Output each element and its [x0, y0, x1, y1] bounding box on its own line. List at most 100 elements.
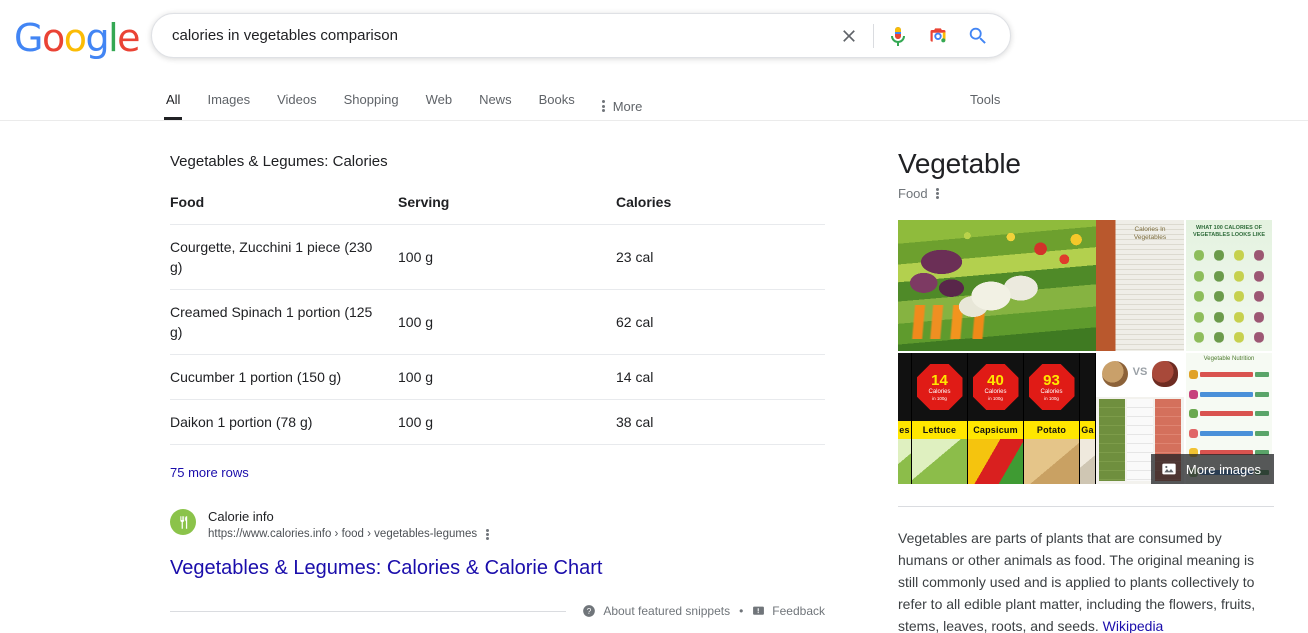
- feedback-link[interactable]: Feedback: [752, 604, 825, 618]
- tab-news[interactable]: News: [479, 80, 512, 120]
- calories-table: Food Serving Calories Courgette, Zucchin…: [170, 194, 825, 445]
- source-text: Calorie info https://www.calories.info ›…: [208, 508, 490, 542]
- badge-value: 14: [931, 371, 948, 389]
- image-icon: [1162, 463, 1176, 475]
- tab-more-label: More: [612, 98, 643, 114]
- vs-top: VS: [1096, 353, 1184, 397]
- tab-videos[interactable]: Videos: [277, 80, 317, 120]
- badge-unit: Calories: [984, 388, 1007, 395]
- page-header: Google calories in vegetables comparison…: [0, 0, 1308, 121]
- search-results-content: Vegetables & Legumes: Calories Food Serv…: [0, 121, 1308, 633]
- description-text: Vegetables are parts of plants that are …: [898, 530, 1256, 633]
- close-icon[interactable]: [837, 24, 861, 48]
- knowledge-panel-subtitle: Food: [898, 186, 928, 201]
- source-url: https://www.calories.info › food › veget…: [208, 528, 478, 540]
- tab-images[interactable]: Images: [207, 80, 250, 120]
- source-url-row: https://www.calories.info › food › veget…: [208, 526, 490, 542]
- snippet-footer: ? About featured snippets • Feedback: [170, 600, 825, 622]
- more-images-button[interactable]: More images: [1150, 454, 1274, 484]
- search-box-divider: [873, 23, 874, 48]
- tab-web[interactable]: Web: [426, 80, 453, 120]
- cell-serving: 100 g: [398, 399, 616, 445]
- footer-separator: •: [739, 604, 744, 618]
- table-row: Creamed Spinach 1 portion (125 g) 100 g …: [170, 289, 825, 355]
- calorie-badge-capsicum: 40 Calories in 100g Capsicum: [968, 353, 1024, 484]
- three-dots-vertical-icon[interactable]: [935, 188, 939, 199]
- search-icon[interactable]: [966, 24, 990, 48]
- nav-tabs: All Images Videos Shopping Web News Book…: [163, 80, 669, 120]
- calorie-badge-garlic-partial: Ga: [1080, 353, 1096, 484]
- badge-label: Lettuce: [912, 421, 967, 439]
- source-name: Calorie info: [208, 509, 274, 524]
- google-logo[interactable]: Google: [14, 16, 141, 60]
- chart-caption: Calories In Vegetables: [1133, 226, 1167, 241]
- footer-divider: [170, 610, 567, 612]
- logo-letter-o2: o: [63, 16, 87, 60]
- tab-more[interactable]: More: [601, 80, 643, 120]
- badge-value: 40: [987, 371, 1004, 389]
- knowledge-panel-image-grid[interactable]: Calories In Vegetables WHAT 100 CALORIES…: [898, 220, 1274, 484]
- svg-text:?: ?: [587, 607, 592, 616]
- calorie-badge-lettuce: 14 Calories in 100g Lettuce: [912, 353, 968, 484]
- logo-letter-o1: o: [41, 16, 65, 60]
- badge-basis: in 100g: [932, 395, 947, 401]
- cell-serving: 100 g: [398, 354, 616, 400]
- logo-letter-g: g: [85, 16, 109, 60]
- three-dots-vertical-icon[interactable]: [486, 528, 490, 540]
- more-rows-link[interactable]: 75 more rows: [170, 465, 249, 480]
- result-title-link[interactable]: Vegetables & Legumes: Calories & Calorie…: [170, 555, 825, 581]
- badge-label: Ga: [1080, 421, 1095, 439]
- infographic-icon-grid: [1190, 246, 1268, 347]
- cell-food: Creamed Spinach 1 portion (125 g): [170, 289, 398, 355]
- what-100-calories-look-like-infographic[interactable]: WHAT 100 CALORIES OF VEGETABLES LOOKS LI…: [1186, 220, 1272, 351]
- three-dots-vertical-icon: [601, 100, 605, 112]
- badge-unit: Calories: [1040, 388, 1063, 395]
- wikipedia-link[interactable]: Wikipedia: [1103, 618, 1164, 633]
- calorie-badges-photo[interactable]: es 14 Calories in 100g Lettuce 40 Calori…: [898, 353, 1096, 484]
- calorie-badge-potato: 93 Calories in 100g Potato: [1024, 353, 1080, 484]
- cell-food: Courgette, Zucchini 1 piece (230 g): [170, 224, 398, 290]
- snippet-source[interactable]: Calorie info https://www.calories.info ›…: [170, 508, 825, 542]
- cell-serving: 100 g: [398, 289, 616, 355]
- cell-calories: 62 cal: [616, 289, 825, 355]
- tools-button[interactable]: Tools: [970, 80, 1000, 107]
- infographic-caption: WHAT 100 CALORIES OF VEGETABLES LOOKS LI…: [1192, 225, 1265, 238]
- tab-all[interactable]: All: [163, 80, 183, 120]
- about-featured-snippets-link[interactable]: ? About featured snippets: [582, 604, 730, 618]
- table-row: Daikon 1 portion (78 g) 100 g 38 cal: [170, 399, 825, 445]
- knowledge-panel-subtitle-row: Food: [898, 186, 1274, 201]
- footer-links: ? About featured snippets • Feedback: [582, 604, 825, 618]
- vs-food-right: [1152, 361, 1178, 387]
- badge-value: 93: [1043, 371, 1060, 389]
- about-featured-snippets-label: About featured snippets: [603, 604, 731, 618]
- badge-unit: Calories: [928, 388, 951, 395]
- logo-letter-e: e: [117, 16, 140, 60]
- fork-and-spoon-icon: [170, 509, 196, 535]
- feedback-label: Feedback: [772, 604, 825, 618]
- badge-basis: in 100g: [1044, 395, 1059, 401]
- cell-food: Cucumber 1 portion (150 g): [170, 354, 398, 400]
- cell-calories: 38 cal: [616, 399, 825, 445]
- calories-in-vegetables-chart[interactable]: Calories In Vegetables: [1096, 220, 1184, 351]
- tab-shopping[interactable]: Shopping: [344, 80, 399, 120]
- flag-icon: [753, 606, 765, 615]
- column-header-calories: Calories: [616, 194, 825, 225]
- featured-snippet: Vegetables & Legumes: Calories Food Serv…: [170, 121, 825, 622]
- vs-label: VS: [1132, 366, 1148, 378]
- badge-basis: in 100g: [988, 395, 1003, 401]
- cell-calories: 23 cal: [616, 224, 825, 290]
- microphone-icon[interactable]: [886, 24, 910, 48]
- table-header-row: Food Serving Calories: [170, 194, 825, 225]
- knowledge-panel: Vegetable Food Calories In Vegetables WH…: [898, 121, 1274, 633]
- vs-food-left: [1102, 361, 1128, 387]
- calorie-badge-partial-left: es: [898, 353, 912, 484]
- logo-letter-l: l: [108, 16, 119, 60]
- search-input[interactable]: [152, 26, 837, 45]
- vegetable-market-photo[interactable]: [898, 220, 1096, 351]
- column-header-serving: Serving: [398, 194, 616, 225]
- cell-food: Daikon 1 portion (78 g): [170, 399, 398, 445]
- google-lens-icon[interactable]: [926, 24, 950, 48]
- search-box[interactable]: [151, 13, 1011, 58]
- more-images-label: More images: [1185, 461, 1261, 477]
- tab-books[interactable]: Books: [539, 80, 575, 120]
